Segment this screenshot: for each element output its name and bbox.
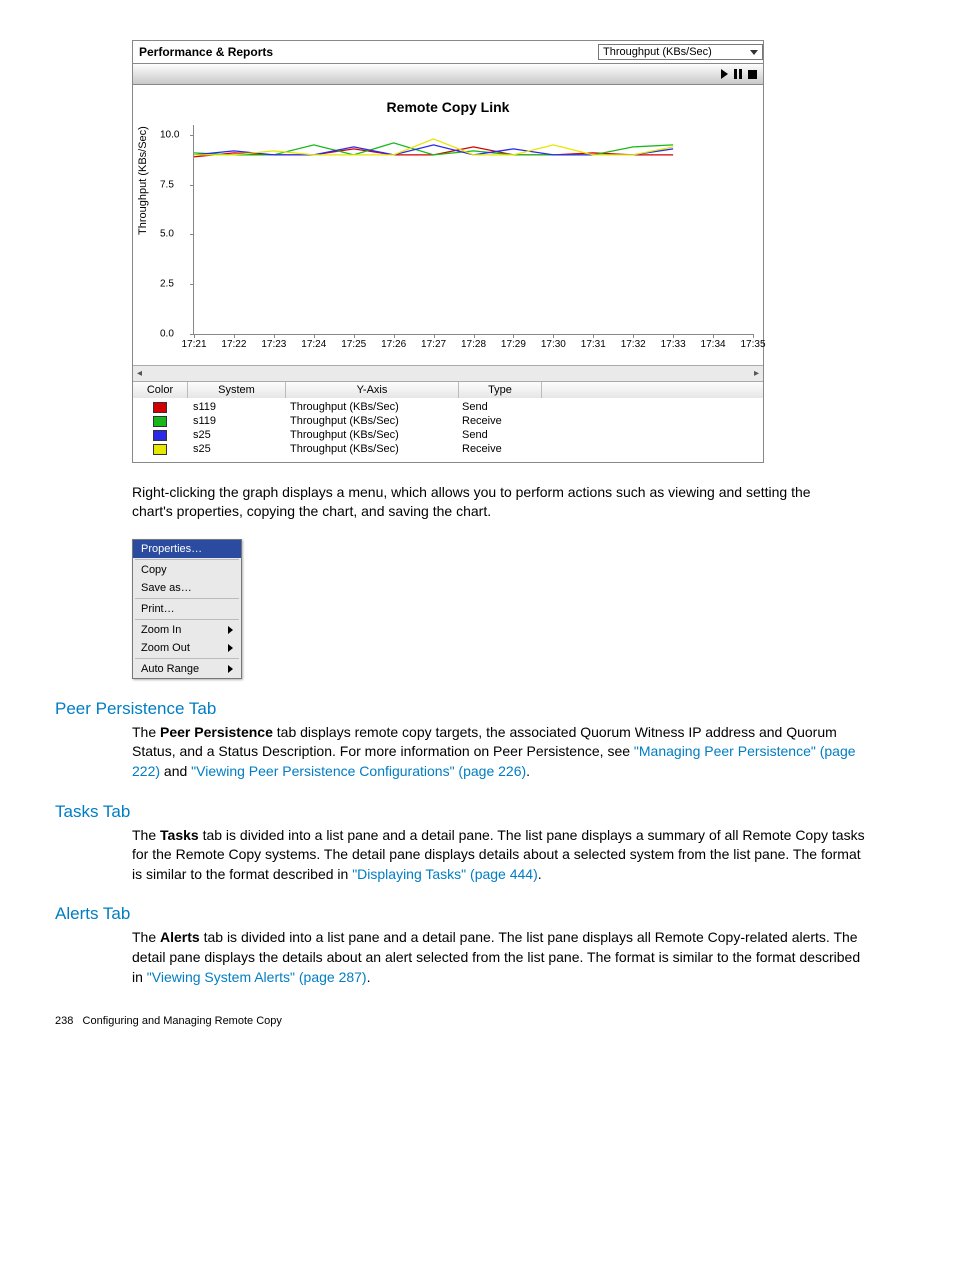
legend-row[interactable]: s25Throughput (KBs/Sec)Receive	[133, 442, 763, 456]
chart-context-menu: Properties… Copy Save as… Print… Zoom In…	[132, 539, 242, 679]
submenu-arrow-icon	[228, 626, 233, 634]
menu-separator	[135, 658, 239, 659]
page-footer: 238 Configuring and Managing Remote Copy	[55, 1015, 899, 1027]
menu-properties[interactable]: Properties…	[133, 540, 241, 558]
scroll-right-icon[interactable]: ▸	[754, 368, 759, 379]
metric-dropdown[interactable]: Throughput (KBs/Sec)	[598, 44, 763, 60]
menu-zoom-in[interactable]: Zoom In	[133, 621, 241, 639]
menu-save-as[interactable]: Save as…	[133, 579, 241, 597]
submenu-arrow-icon	[228, 665, 233, 673]
menu-separator	[135, 598, 239, 599]
link-viewing-system-alerts[interactable]: "Viewing System Alerts" (page 287)	[147, 969, 367, 985]
stop-icon[interactable]	[748, 70, 757, 79]
chart-area[interactable]: Remote Copy Link Throughput (KBs/Sec) 0.…	[133, 85, 763, 365]
legend-header-color[interactable]: Color	[133, 382, 188, 398]
legend-body: s119Throughput (KBs/Sec)Sends119Throughp…	[133, 398, 763, 462]
chart-scrollbar[interactable]: ◂ ▸	[133, 365, 763, 381]
menu-zoom-out[interactable]: Zoom Out	[133, 639, 241, 657]
panel-title: Performance & Reports	[139, 45, 273, 59]
menu-copy[interactable]: Copy	[133, 561, 241, 579]
chevron-down-icon	[750, 50, 758, 55]
link-viewing-peer-persistence[interactable]: "Viewing Peer Persistence Configurations…	[191, 763, 526, 779]
menu-separator	[135, 619, 239, 620]
chart-plot-box: 0.02.55.07.510.017:2117:2217:2317:2417:2…	[193, 125, 753, 335]
chart-title: Remote Copy Link	[133, 85, 763, 115]
scroll-left-icon[interactable]: ◂	[137, 368, 142, 379]
section-tasks-body: The Tasks tab is divided into a list pan…	[132, 826, 872, 885]
section-alerts-title: Alerts Tab	[55, 904, 899, 924]
link-displaying-tasks[interactable]: "Displaying Tasks" (page 444)	[352, 866, 538, 882]
chart-toolbar	[133, 63, 763, 85]
menu-auto-range[interactable]: Auto Range	[133, 660, 241, 678]
chart-y-label: Throughput (KBs/Sec)	[137, 126, 149, 235]
panel-header: Performance & Reports Throughput (KBs/Se…	[133, 41, 763, 63]
legend-header-yaxis[interactable]: Y-Axis	[286, 382, 459, 398]
legend-header-type[interactable]: Type	[459, 382, 542, 398]
legend-header: Color System Y-Axis Type	[133, 381, 763, 398]
body-paragraph-1: Right-clicking the graph displays a menu…	[132, 483, 852, 521]
legend-row[interactable]: s25Throughput (KBs/Sec)Send	[133, 428, 763, 442]
chart-svg	[194, 125, 753, 334]
page-number: 238	[55, 1015, 73, 1027]
section-peer-persistence-title: Peer Persistence Tab	[55, 699, 899, 719]
chapter-name: Configuring and Managing Remote Copy	[83, 1015, 282, 1027]
menu-print[interactable]: Print…	[133, 600, 241, 618]
play-icon[interactable]	[721, 69, 728, 79]
performance-reports-panel: Performance & Reports Throughput (KBs/Se…	[132, 40, 764, 463]
section-peer-persistence-body: The Peer Persistence tab displays remote…	[132, 723, 872, 782]
menu-separator	[135, 559, 239, 560]
section-alerts-body: The Alerts tab is divided into a list pa…	[132, 928, 872, 987]
metric-dropdown-value: Throughput (KBs/Sec)	[603, 46, 712, 58]
submenu-arrow-icon	[228, 644, 233, 652]
section-tasks-title: Tasks Tab	[55, 802, 899, 822]
legend-row[interactable]: s119Throughput (KBs/Sec)Send	[133, 400, 763, 414]
legend-header-system[interactable]: System	[188, 382, 286, 398]
legend-row[interactable]: s119Throughput (KBs/Sec)Receive	[133, 414, 763, 428]
pause-icon[interactable]	[734, 69, 742, 79]
